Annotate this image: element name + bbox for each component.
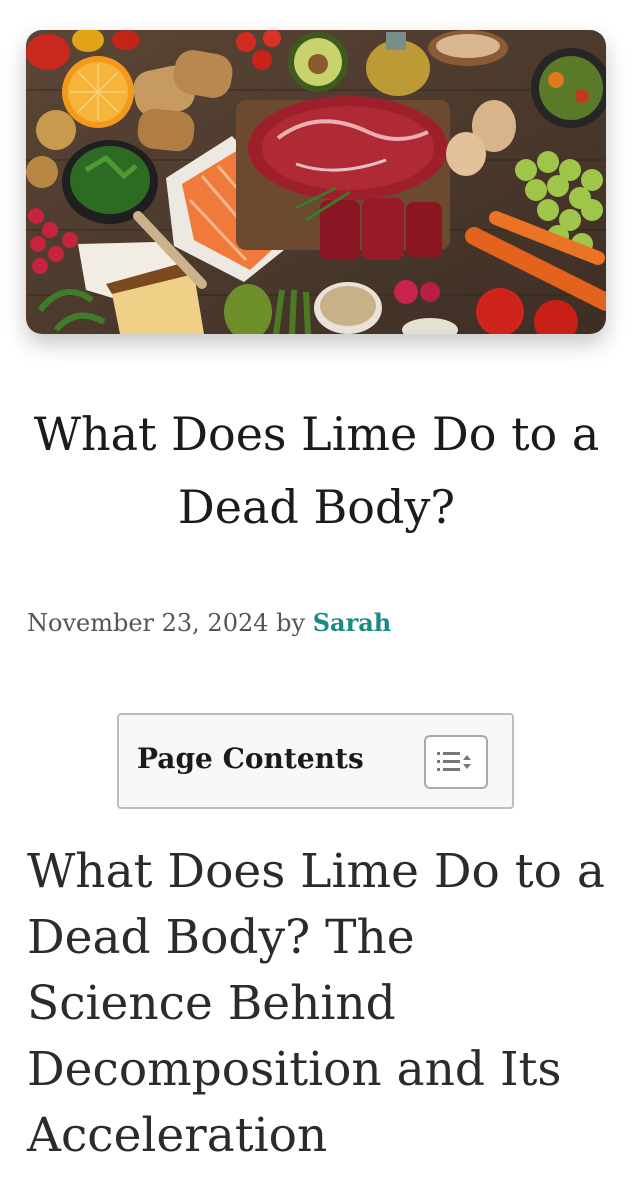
post-date: November 23, 2024: [27, 609, 269, 637]
list-toggle-icon: [437, 752, 471, 771]
table-of-contents: Page Contents: [117, 713, 514, 809]
featured-image: [26, 30, 606, 334]
post-meta: November 23, 2024 by Sarah: [27, 606, 391, 640]
author-link[interactable]: Sarah: [313, 608, 392, 637]
food-spread-illustration: [26, 30, 606, 334]
toc-toggle-button[interactable]: [424, 735, 488, 789]
section-heading: What Does Lime Do to a Dead Body? The Sc…: [27, 844, 605, 1163]
by-label: by: [276, 609, 306, 637]
toc-title: Page Contents: [137, 742, 364, 775]
post-title: What Does Lime Do to a Dead Body?: [33, 407, 600, 534]
